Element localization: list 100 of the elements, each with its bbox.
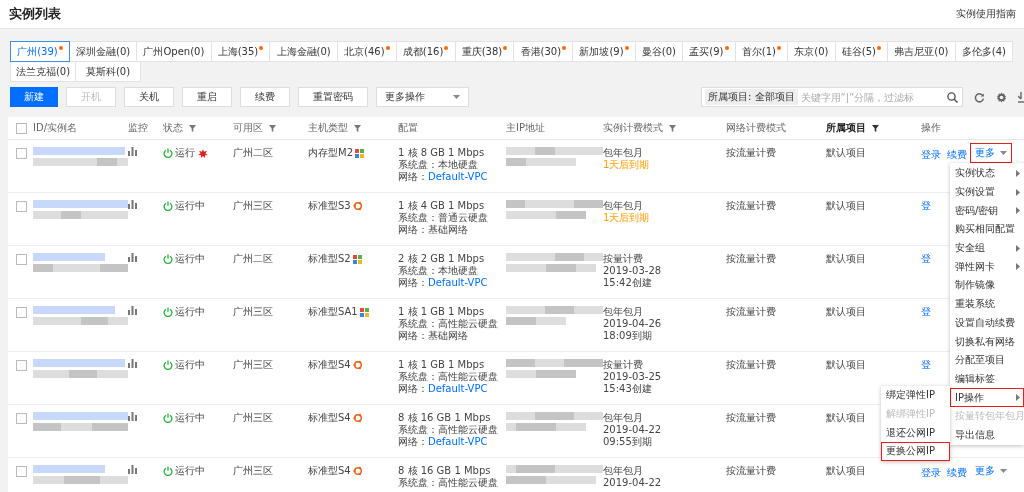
action-link[interactable]: 续费 [947, 149, 967, 161]
zone-text: 广州三区 [233, 412, 273, 424]
filter-icon[interactable] [872, 124, 879, 132]
action-link[interactable]: 登 [921, 306, 931, 318]
settings-icon[interactable] [996, 91, 1007, 103]
search-icon[interactable] [947, 91, 958, 103]
bar-chart-icon[interactable] [128, 253, 137, 262]
menu-item[interactable]: 密码/密钥 [950, 201, 1024, 221]
config-text: 8 核 16 GB 1 Mbps [398, 465, 492, 477]
refresh-icon[interactable] [974, 91, 985, 103]
ring-logo-icon [352, 360, 363, 370]
menu-item[interactable]: 安全组 [950, 238, 1024, 258]
region-tab[interactable]: 重庆(38) [454, 41, 515, 62]
bar-chart-icon[interactable] [128, 412, 137, 421]
region-tab[interactable]: 广州Open(0) [136, 41, 212, 62]
menu-item[interactable]: 弹性网卡 [950, 257, 1024, 277]
bar-chart-icon[interactable] [128, 465, 137, 474]
config-text: 系统盘：高性能云硬盘 [398, 318, 499, 330]
toolbar-button[interactable]: 续费 [240, 87, 290, 107]
action-link[interactable]: 登 [921, 200, 931, 212]
region-tab[interactable]: 北京(46) [336, 41, 397, 62]
action-link[interactable]: 登录 [921, 149, 941, 161]
network-billing-text: 按流量计费 [726, 147, 776, 159]
vpc-link[interactable]: Default-VPC [428, 277, 488, 288]
config-text: 1 核 1 GB 1 Mbps [398, 359, 486, 371]
region-tab[interactable]: 东京(0) [787, 41, 836, 62]
create-button[interactable]: 新建 [10, 87, 58, 107]
menu-item[interactable]: 制作镜像 [950, 276, 1024, 295]
menu-item[interactable]: 购买相同配置 [950, 220, 1024, 239]
row-checkbox[interactable] [16, 360, 27, 371]
billing-text: 2019-04-22 [603, 477, 663, 489]
select-all-checkbox[interactable] [16, 122, 27, 134]
row-checkbox[interactable] [16, 148, 27, 159]
toolbar-button[interactable]: 重置密码 [298, 87, 368, 107]
region-tab[interactable]: 曼谷(0) [634, 41, 684, 62]
column-header: 网络计费模式 [726, 121, 786, 135]
bar-chart-icon[interactable] [128, 147, 137, 156]
region-tab[interactable]: 成都(16) [395, 41, 456, 62]
action-link[interactable]: 登 [921, 359, 931, 371]
bar-chart-icon[interactable] [128, 200, 137, 209]
power-icon [163, 148, 173, 158]
menu-item[interactable]: 编辑标签 [950, 369, 1024, 389]
bar-chart-icon[interactable] [128, 359, 137, 368]
toolbar-button[interactable]: 关机 [124, 87, 174, 107]
region-tab[interactable]: 莫斯科(0) [75, 61, 141, 82]
project-text: 默认项目 [826, 147, 866, 159]
menu-item[interactable]: 更换公网IP [881, 442, 950, 461]
region-tab[interactable]: 香港(30) [513, 41, 574, 62]
row-checkbox[interactable] [16, 201, 27, 212]
search-bar[interactable]: 所属项目: 全部项目 关键字用“|”分隔，过滤标 [701, 87, 963, 107]
action-link[interactable]: 登 [921, 253, 931, 265]
menu-item[interactable]: 实例状态 [950, 164, 1024, 183]
instance-type: 标准型S2 [308, 253, 351, 265]
menu-item[interactable]: 设置自动续费 [950, 313, 1024, 333]
network-billing-text: 按流量计费 [726, 465, 776, 477]
more-actions-dropdown[interactable]: 更多操作 [376, 87, 469, 107]
menu-item[interactable]: 导出信息 [950, 425, 1024, 445]
toolbar-button[interactable]: 重启 [182, 87, 232, 107]
row-checkbox[interactable] [16, 307, 27, 318]
config-text: 系统盘：高性能云硬盘 [398, 477, 499, 489]
region-tab[interactable]: 孟买(9) [682, 41, 736, 62]
region-tab[interactable]: 首尔(1) [734, 41, 789, 62]
menu-item[interactable]: 分配至项目 [950, 350, 1024, 370]
region-tab[interactable]: 法兰克福(0) [10, 61, 76, 82]
guide-link[interactable]: 实例使用指南 [956, 7, 1016, 21]
config-text: 系统盘：高性能云硬盘 [398, 371, 499, 383]
ring-logo-icon [352, 201, 363, 211]
status-text: 运行中 [175, 465, 205, 477]
region-tab[interactable]: 上海(35) [210, 41, 271, 62]
star-burst-icon [198, 148, 208, 158]
menu-item[interactable]: 重装系统 [950, 294, 1024, 314]
action-link[interactable]: 续费 [947, 467, 967, 479]
region-tab[interactable]: 上海金融(0) [269, 41, 338, 62]
column-header: 主机类型 [308, 121, 361, 135]
network-label: 网络： [398, 224, 428, 235]
menu-item[interactable]: 绑定弹性IP [881, 386, 950, 405]
menu-item[interactable]: 实例设置 [950, 182, 1024, 202]
menu-item[interactable]: 退还公网IP [881, 423, 950, 443]
menu-item[interactable]: IP操作 [950, 388, 1024, 407]
download-icon[interactable] [1018, 91, 1024, 103]
vpc-link[interactable]: Default-VPC [428, 383, 488, 394]
region-tab[interactable]: 硅谷(5) [834, 41, 889, 62]
submenu-arrow-icon [1016, 188, 1020, 196]
bar-chart-icon[interactable] [128, 306, 137, 315]
row-checkbox[interactable] [16, 413, 27, 424]
more-link[interactable]: 更多 [970, 143, 1012, 163]
more-link[interactable]: 更多 [970, 461, 1012, 481]
region-tab[interactable]: 弗吉尼亚(0) [887, 41, 956, 62]
network-text: 基础网络 [428, 224, 468, 235]
project-filter-tag[interactable]: 所属项目: 全部项目 [705, 89, 798, 105]
region-tab[interactable]: 新加坡(9) [572, 41, 636, 62]
row-checkbox[interactable] [16, 466, 27, 477]
ring-logo-icon [352, 466, 363, 476]
vpc-link[interactable]: Default-VPC [428, 436, 488, 447]
region-tab[interactable]: 多伦多(4) [954, 41, 1014, 62]
action-link[interactable]: 登录 [921, 467, 941, 479]
row-checkbox[interactable] [16, 254, 27, 265]
menu-item[interactable]: 切换私有网络 [950, 332, 1024, 351]
vpc-link[interactable]: Default-VPC [428, 171, 488, 182]
region-tab[interactable]: 广州(39) [10, 41, 70, 62]
